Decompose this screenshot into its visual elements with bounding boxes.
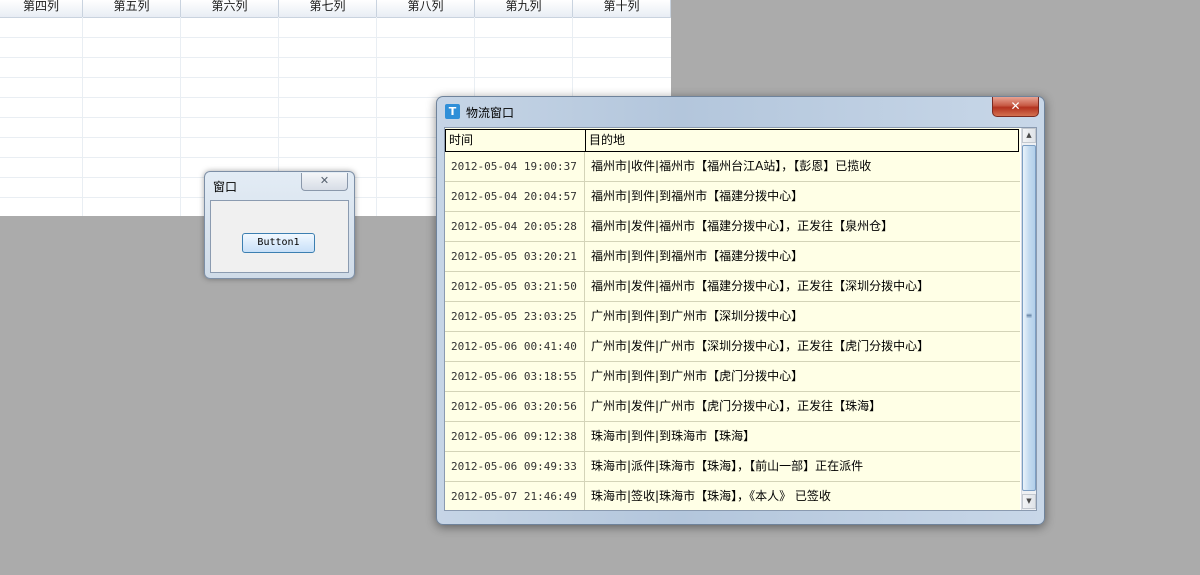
column-header[interactable]: 第五列 [83, 0, 181, 17]
logistics-grid-container: 时间 目的地 2012-05-04 19:00:37 福州市|收件|福州市【福州… [444, 127, 1037, 511]
table-row[interactable]: 2012-05-05 03:21:50 福州市|发件|福州市【福建分拨中心】，正… [445, 272, 1020, 302]
cell-destination: 珠海市|签收|珠海市【珠海】，《本人》 已签收 [591, 489, 831, 503]
cell-destination: 福州市|到件|到福州市【福建分拨中心】 [591, 249, 804, 263]
table-row[interactable]: 2012-05-06 03:18:55 广州市|到件|到广州市【虎门分拨中心】 [445, 362, 1020, 392]
table-row[interactable]: 2012-05-06 09:12:38 珠海市|到件|到珠海市【珠海】 [445, 422, 1020, 452]
table-row[interactable]: 2012-05-07 21:46:49 珠海市|签收|珠海市【珠海】，《本人》 … [445, 482, 1020, 510]
logistics-window-titlebar[interactable]: T 物流窗口 ✕ [437, 97, 1044, 125]
small-window-close-button[interactable]: ✕ [301, 173, 348, 191]
logistics-window-close-button[interactable]: ✕ [992, 97, 1039, 117]
cell-time: 2012-05-06 09:12:38 [445, 422, 585, 451]
cell-time: 2012-05-06 09:49:33 [445, 452, 585, 481]
column-header[interactable]: 第九列 [475, 0, 573, 17]
column-header[interactable]: 第四列 [0, 0, 83, 17]
grid-line [0, 37, 671, 38]
cell-destination: 福州市|到件|到福州市【福建分拨中心】 [591, 189, 804, 203]
vertical-scrollbar[interactable]: ▲ ≡ ▼ [1021, 128, 1036, 510]
column-header-time[interactable]: 时间 [445, 129, 586, 152]
table-row[interactable]: 2012-05-04 20:05:28 福州市|发件|福州市【福建分拨中心】，正… [445, 212, 1020, 242]
grid-line [0, 57, 671, 58]
button1[interactable]: Button1 [242, 233, 315, 253]
cell-destination: 福州市|发件|福州市【福建分拨中心】，正发往【深圳分拨中心】 [591, 279, 930, 293]
cell-destination: 福州市|收件|福州市【福州台江A站】，【彭恩】已揽收 [591, 159, 872, 173]
logistics-grid: 时间 目的地 2012-05-04 19:00:37 福州市|收件|福州市【福州… [445, 128, 1020, 510]
app-icon: T [445, 104, 460, 119]
grid-line [0, 77, 671, 78]
table-row[interactable]: 2012-05-06 09:49:33 珠海市|派件|珠海市【珠海】，【前山一部… [445, 452, 1020, 482]
cell-time: 2012-05-05 03:20:21 [445, 242, 585, 271]
close-icon: ✕ [1010, 99, 1021, 113]
column-header-destination[interactable]: 目的地 [585, 129, 1019, 152]
window-title: 物流窗口 [466, 106, 515, 120]
spreadsheet-header: 第四列 第五列 第六列 第七列 第八列 第九列 第十列 [0, 0, 671, 18]
cell-time: 2012-05-06 00:41:40 [445, 332, 585, 361]
cell-time: 2012-05-07 21:46:49 [445, 482, 585, 510]
table-row[interactable]: 2012-05-05 03:20:21 福州市|到件|到福州市【福建分拨中心】 [445, 242, 1020, 272]
cell-destination: 珠海市|派件|珠海市【珠海】，【前山一部】正在派件 [591, 459, 864, 473]
grip-icon: ≡ [1025, 311, 1033, 320]
column-header[interactable]: 第十列 [573, 0, 671, 17]
cell-destination: 珠海市|到件|到珠海市【珠海】 [591, 429, 756, 443]
cell-time: 2012-05-05 23:03:25 [445, 302, 585, 331]
chevron-up-icon: ▲ [1026, 131, 1032, 139]
grid-line [376, 17, 377, 216]
table-row[interactable]: 2012-05-04 20:04:57 福州市|到件|到福州市【福建分拨中心】 [445, 182, 1020, 212]
cell-time: 2012-05-06 03:20:56 [445, 392, 585, 421]
chevron-down-icon: ▼ [1026, 497, 1032, 505]
grid-line [180, 17, 181, 216]
cell-time: 2012-05-04 19:00:37 [445, 152, 585, 181]
grid-line [82, 17, 83, 216]
table-row[interactable]: 2012-05-06 00:41:40 广州市|发件|广州市【深圳分拨中心】，正… [445, 332, 1020, 362]
cell-destination: 广州市|发件|广州市【虎门分拨中心】，正发往【珠海】 [591, 399, 882, 413]
table-row[interactable]: 2012-05-06 03:20:56 广州市|发件|广州市【虎门分拨中心】，正… [445, 392, 1020, 422]
logistics-window: T 物流窗口 ✕ 时间 目的地 2012-05-04 19:00:37 福州市|… [436, 96, 1045, 525]
cell-time: 2012-05-04 20:05:28 [445, 212, 585, 241]
column-header[interactable]: 第七列 [279, 0, 377, 17]
close-icon: ✕ [319, 174, 330, 187]
cell-time: 2012-05-06 03:18:55 [445, 362, 585, 391]
scroll-up-button[interactable]: ▲ [1022, 128, 1036, 143]
column-header[interactable]: 第八列 [377, 0, 475, 17]
table-row[interactable]: 2012-05-05 23:03:25 广州市|到件|到广州市【深圳分拨中心】 [445, 302, 1020, 332]
table-row[interactable]: 2012-05-04 19:00:37 福州市|收件|福州市【福州台江A站】，【… [445, 152, 1020, 182]
small-window-client: Button1 [210, 200, 349, 273]
small-window-title: 窗口 [213, 180, 238, 194]
small-window: 窗口 ✕ Button1 [204, 171, 355, 279]
grid-header: 时间 目的地 [445, 128, 1020, 152]
column-header[interactable]: 第六列 [181, 0, 279, 17]
cell-destination: 广州市|到件|到广州市【深圳分拨中心】 [591, 309, 804, 323]
cell-destination: 福州市|发件|福州市【福建分拨中心】，正发往【泉州仓】 [591, 219, 894, 233]
cell-destination: 广州市|到件|到广州市【虎门分拨中心】 [591, 369, 804, 383]
cell-destination: 广州市|发件|广州市【深圳分拨中心】，正发往【虎门分拨中心】 [591, 339, 930, 353]
cell-time: 2012-05-04 20:04:57 [445, 182, 585, 211]
scrollbar-thumb[interactable]: ≡ [1022, 145, 1036, 491]
cell-time: 2012-05-05 03:21:50 [445, 272, 585, 301]
scroll-down-button[interactable]: ▼ [1022, 494, 1036, 509]
